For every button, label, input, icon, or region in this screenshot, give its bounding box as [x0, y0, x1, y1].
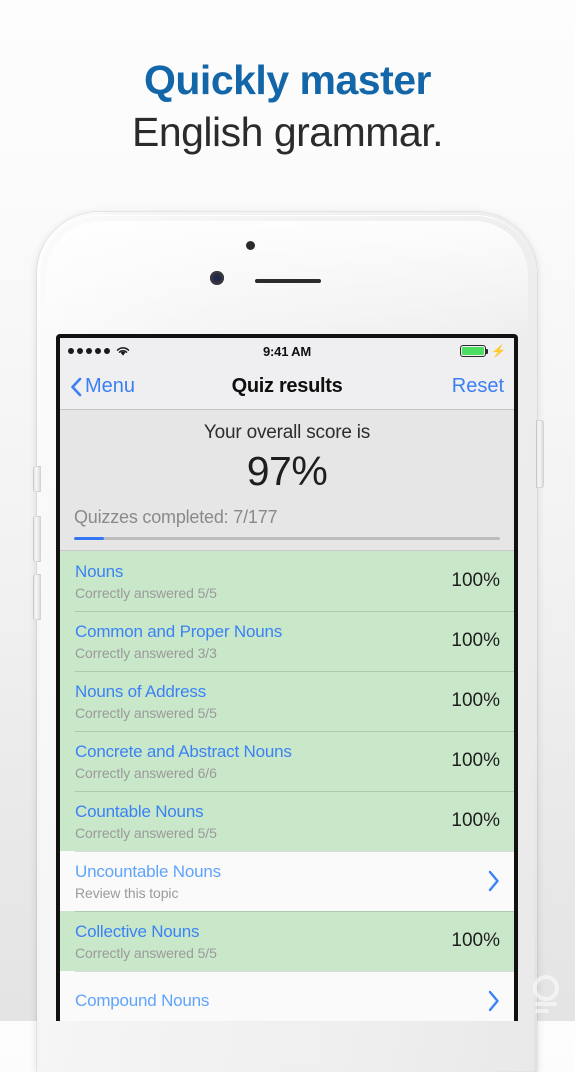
quiz-result-row[interactable]: Uncountable Nouns Review this topic	[60, 851, 514, 912]
quiz-result-title: Compound Nouns	[75, 991, 210, 1011]
quiz-result-row[interactable]: Compound Nouns	[60, 971, 514, 1021]
quiz-result-title: Nouns	[75, 561, 124, 581]
quiz-result-row[interactable]: Collective Nouns Correctly answered 5/5 10…	[60, 911, 514, 972]
quiz-result-score: 100%	[451, 930, 500, 952]
reset-button[interactable]: Reset	[452, 375, 504, 398]
quiz-result-row[interactable]: Nouns of Address Correctly answered 5/5 10…	[60, 671, 514, 732]
mute-switch[interactable]	[33, 466, 41, 492]
status-bar: 9:41 AM ⚡	[60, 338, 514, 364]
back-to-menu-button[interactable]: Menu	[70, 375, 135, 398]
battery-icon	[460, 345, 489, 357]
quiz-result-text: Nouns Correctly answered 5/5	[75, 561, 451, 601]
quiz-result-text: Uncountable Nouns Review this topic	[75, 861, 487, 901]
overall-score-value: 97%	[246, 448, 328, 494]
quiz-result-title: Nouns of Address	[75, 681, 206, 701]
quiz-result-score: 100%	[451, 570, 500, 592]
quiz-result-title: Collective Nouns	[75, 921, 200, 941]
battery-fill	[462, 347, 485, 355]
quiz-result-row[interactable]: Concrete and Abstract Nouns Correctly ans…	[60, 731, 514, 792]
quiz-result-title: Common and Proper Nouns	[75, 621, 283, 641]
chevron-left-icon	[71, 377, 82, 396]
power-button[interactable]	[536, 420, 544, 488]
quiz-result-subtitle: Correctly answered 3/3	[75, 645, 217, 662]
status-bar-clock: 9:41 AM	[263, 343, 311, 359]
quiz-result-subtitle: Review this topic	[75, 885, 179, 902]
chevron-right-icon	[487, 990, 514, 1012]
overall-score-header: Your overall score is 97% Quizzes comple…	[60, 410, 514, 552]
completion-progress-fill	[74, 537, 104, 541]
quiz-result-text: Nouns of Address Correctly answered 5/5	[75, 681, 451, 721]
screen-bezel: 9:41 AM ⚡ Menu Quiz results Reset Your o…	[56, 334, 518, 1021]
earpiece-speaker	[255, 279, 321, 283]
quiz-result-row[interactable]: Common and Proper Nouns Correctly answere…	[60, 611, 514, 672]
quiz-result-score: 100%	[451, 810, 500, 832]
status-bar-right: ⚡	[460, 345, 506, 357]
navigation-bar: Menu Quiz results Reset	[60, 364, 514, 410]
battery-nub	[486, 349, 489, 354]
quiz-result-text: Common and Proper Nouns Correctly answere…	[75, 621, 451, 661]
proximity-sensor-icon	[210, 271, 224, 285]
overall-score-label: Your overall score is	[203, 422, 371, 443]
quiz-result-title: Concrete and Abstract Nouns	[75, 741, 292, 761]
quizzes-completed-label: Quizzes completed: 7/177	[74, 507, 278, 528]
quiz-result-text: Concrete and Abstract Nouns Correctly ans…	[75, 741, 451, 781]
chevron-right-icon	[487, 870, 514, 892]
quiz-result-text: Compound Nouns	[75, 990, 487, 1011]
quiz-result-score: 100%	[451, 750, 500, 772]
completion-progress-bar	[74, 537, 500, 541]
quiz-result-title: Uncountable Nouns	[75, 861, 221, 881]
volume-down-button[interactable]	[33, 574, 41, 620]
quiz-results-list: Nouns Correctly answered 5/5 100% Common an…	[60, 551, 514, 1021]
quiz-result-score: 100%	[451, 690, 500, 712]
app-screen: 9:41 AM ⚡ Menu Quiz results Reset Your o…	[60, 338, 514, 1021]
quiz-result-subtitle: Correctly answered 5/5	[75, 825, 217, 842]
quiz-result-subtitle: Correctly answered 5/5	[75, 945, 217, 962]
volume-up-button[interactable]	[33, 516, 41, 562]
quiz-result-subtitle: Correctly answered 5/5	[75, 585, 217, 602]
quiz-result-score: 100%	[451, 630, 500, 652]
quiz-result-row[interactable]: Nouns Correctly answered 5/5 100%	[60, 551, 514, 612]
front-camera-icon	[246, 241, 255, 250]
quiz-result-subtitle: Correctly answered 5/5	[75, 705, 217, 722]
quiz-result-row[interactable]: Countable Nouns Correctly answered 5/5 100…	[60, 791, 514, 852]
promo-headline: Quickly master English grammar.	[0, 57, 575, 157]
headline-line-1: Quickly master	[144, 57, 432, 103]
back-button-label: Menu	[85, 375, 136, 397]
quiz-result-subtitle: Correctly answered 6/6	[75, 765, 217, 782]
quiz-result-title: Countable Nouns	[75, 801, 204, 821]
headline-line-2: English grammar.	[131, 108, 444, 155]
quiz-result-text: Countable Nouns Correctly answered 5/5	[75, 801, 451, 841]
quiz-result-text: Collective Nouns Correctly answered 5/5	[75, 921, 451, 961]
lightning-bolt-icon: ⚡	[491, 344, 506, 358]
